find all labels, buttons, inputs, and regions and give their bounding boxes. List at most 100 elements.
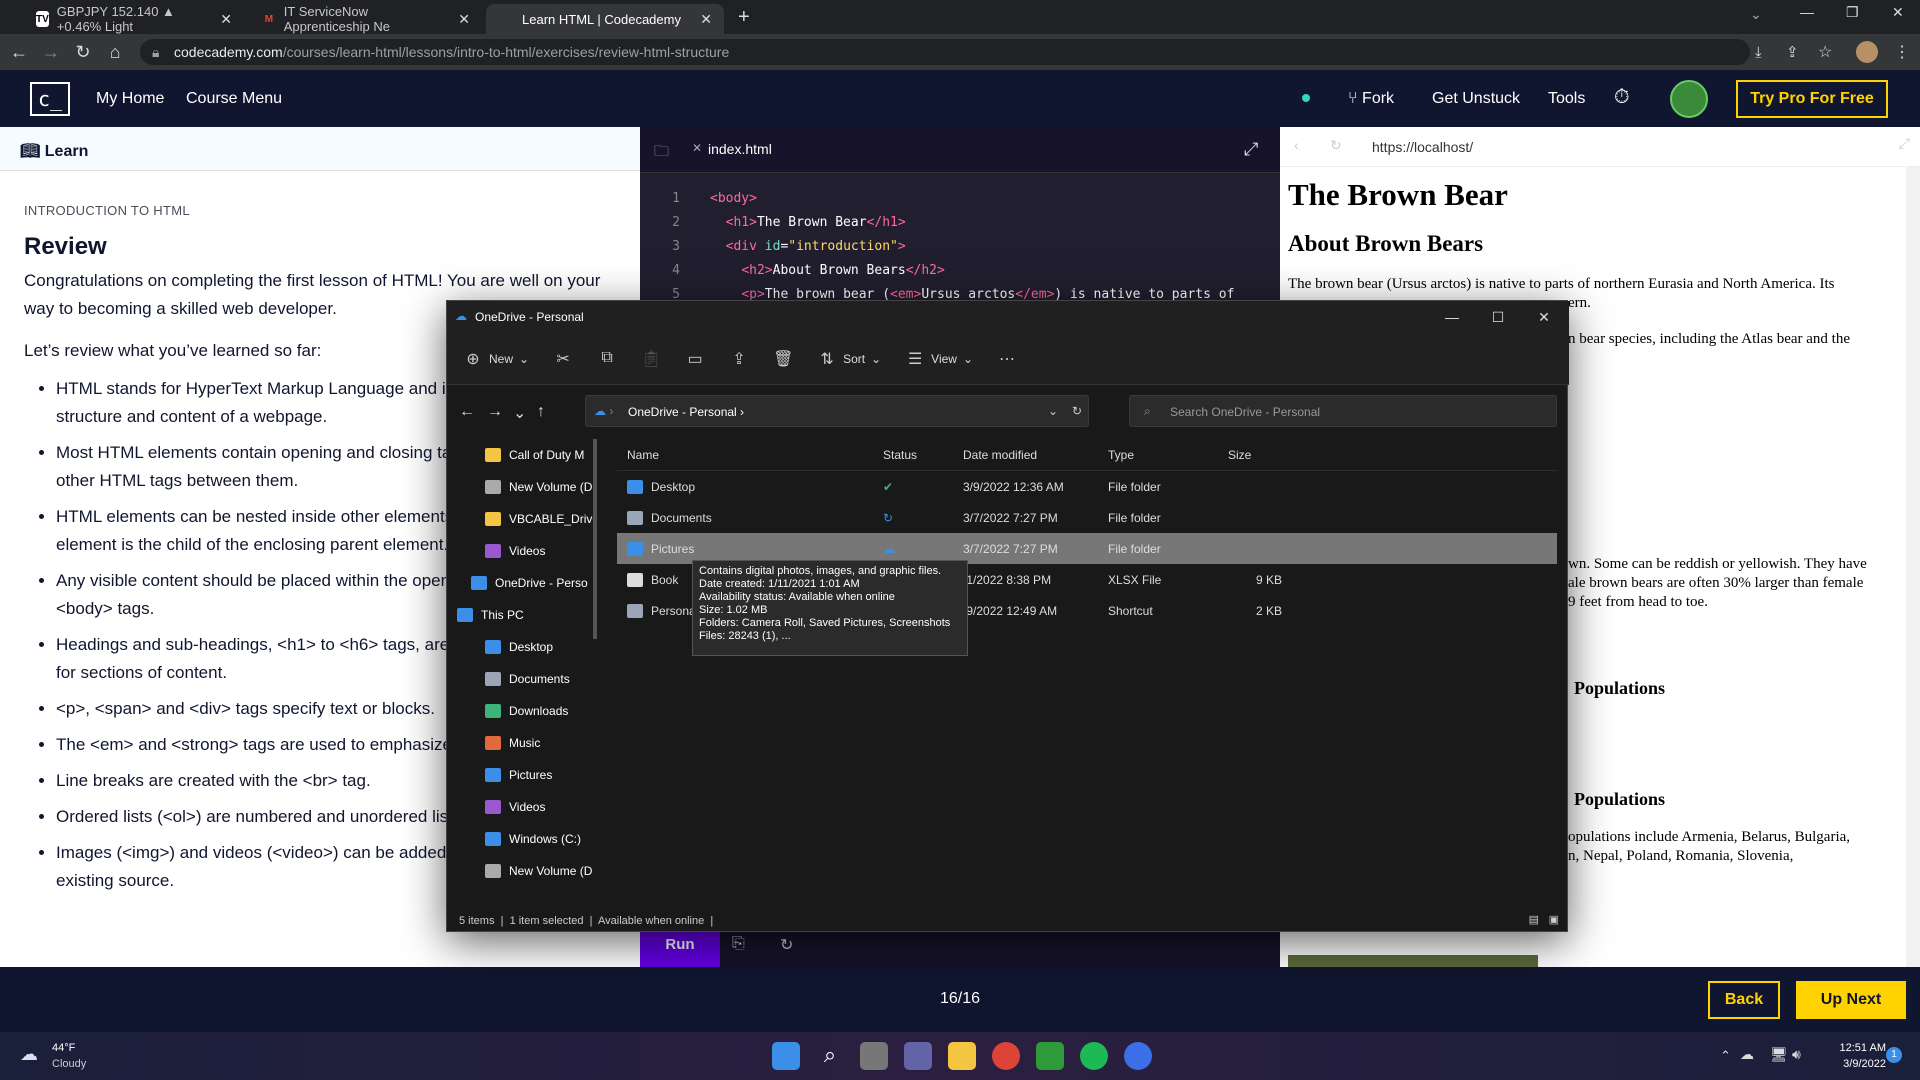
sidebar-item[interactable]: Documents [447, 663, 595, 695]
back-arrow-icon[interactable]: ← [6, 42, 32, 63]
close-icon[interactable]: ✕ [220, 11, 232, 28]
up-next-button[interactable]: Up Next [1796, 981, 1906, 1019]
close-file-icon[interactable]: ✕ [692, 141, 702, 155]
onedrive-tray-icon[interactable]: ☁ [1740, 1046, 1754, 1063]
search-icon[interactable]: ⌕ [816, 1042, 844, 1070]
restore-icon[interactable]: ❐ [1846, 4, 1859, 21]
app-icon[interactable] [1124, 1042, 1152, 1070]
nav-my-home[interactable]: My Home [96, 90, 164, 108]
codecademy-logo[interactable]: c_ [30, 82, 70, 116]
view-button[interactable]: ☰ View ⌄ [905, 349, 973, 369]
weather-temp[interactable]: 44°F [52, 1042, 75, 1054]
new-button[interactable]: ⊕ New ⌄ [463, 349, 529, 369]
breadcrumb-item[interactable]: OneDrive - Personal [628, 405, 737, 419]
fork-button[interactable]: ⑂ Fork [1348, 90, 1394, 108]
run-button[interactable]: Run [640, 927, 720, 967]
preview-reload-icon[interactable]: ↻ [1330, 137, 1342, 154]
more-button[interactable]: ⋯ [997, 349, 1017, 369]
install-icon[interactable]: ⤓ [1755, 44, 1762, 61]
breadcrumb[interactable]: ☁ › OneDrive - Personal › ⌄ ↻ [585, 395, 1089, 427]
network-icon[interactable]: 🖥︎ [1770, 1046, 1788, 1063]
code-line[interactable]: 3 <div id="introduction"> [640, 235, 1234, 259]
code-line[interactable]: 4 <h2>About Brown Bears</h2> [640, 259, 1234, 283]
browser-tab-active[interactable]: Learn HTML | Codecademy ✕ [486, 4, 724, 34]
bookmark-star-icon[interactable]: ☆ [1818, 42, 1832, 62]
sidebar-item[interactable]: Videos [447, 535, 595, 567]
sidebar-scrollbar[interactable] [593, 439, 597, 639]
copy-button[interactable]: ⧉ [597, 349, 617, 369]
url-bar[interactable]: 🔒︎ codecademy.com/courses/learn-html/les… [140, 39, 1750, 65]
forward-arrow-icon[interactable]: → [487, 403, 503, 421]
tab-search-icon[interactable]: ⌄ [1750, 6, 1762, 23]
paste-button[interactable]: 📋︎ [641, 349, 661, 369]
weather-icon[interactable]: ☁ [20, 1044, 38, 1065]
preview-back-icon[interactable]: ‹ [1294, 137, 1299, 153]
back-button[interactable]: Back [1708, 981, 1780, 1019]
column-date-modified[interactable]: Date modified [955, 448, 1100, 462]
search-input[interactable]: ⌕ Search OneDrive - Personal [1129, 395, 1557, 427]
expand-icon[interactable]: ⤢ [1244, 139, 1258, 160]
column-type[interactable]: Type [1100, 448, 1220, 462]
code-line[interactable]: 2 <h1>The Brown Bear</h1> [640, 211, 1234, 235]
maximize-icon[interactable]: ☐ [1475, 301, 1521, 333]
preview-expand-icon[interactable]: ⤢ [1899, 135, 1910, 152]
sidebar-item[interactable]: Call of Duty M [447, 439, 595, 471]
task-view-icon[interactable] [860, 1042, 888, 1070]
preview-scrollbar[interactable] [1906, 167, 1920, 967]
get-unstuck-button[interactable]: Get Unstuck [1432, 90, 1520, 108]
sidebar-item[interactable]: Desktop [447, 631, 595, 663]
table-row[interactable]: Documents ↻ 3/7/2022 7:27 PM File folder [617, 502, 1557, 533]
try-pro-button[interactable]: Try Pro For Free [1736, 80, 1888, 118]
close-window-icon[interactable]: ✕ [1892, 4, 1904, 21]
reset-icon[interactable]: ↻ [780, 935, 793, 955]
spotify-icon[interactable] [1080, 1042, 1108, 1070]
kebab-menu-icon[interactable]: ⋮ [1894, 42, 1910, 62]
details-view-icon[interactable]: ▤ [1529, 913, 1539, 926]
timer-icon[interactable]: ⏱ [1614, 86, 1630, 109]
cut-button[interactable]: ✂ [553, 349, 573, 369]
browser-tab[interactable]: M IT ServiceNow Apprenticeship Ne ✕ [250, 4, 482, 34]
minimize-icon[interactable]: — [1429, 301, 1475, 333]
sidebar-item[interactable]: New Volume (D [447, 855, 595, 887]
reload-icon[interactable]: ↻ [70, 42, 96, 63]
file-tab[interactable]: index.html [708, 141, 772, 157]
sidebar-item[interactable]: OneDrive - Perso [447, 567, 595, 599]
table-row[interactable]: Desktop ✔ 3/9/2022 12:36 AM File folder [617, 471, 1557, 502]
chrome-icon[interactable] [992, 1042, 1020, 1070]
up-arrow-icon[interactable]: ↑ [537, 403, 545, 421]
minecraft-icon[interactable] [1036, 1042, 1064, 1070]
sidebar-item[interactable]: Music [447, 727, 595, 759]
learn-tab[interactable]: 📖︎ Learn [0, 127, 640, 171]
column-name[interactable]: Name [617, 448, 875, 462]
sidebar-item[interactable]: This PC [447, 599, 595, 631]
user-avatar[interactable] [1670, 80, 1708, 118]
sidebar-item[interactable]: VBCABLE_Drive [447, 503, 595, 535]
clock-date[interactable]: 3/9/2022 [1826, 1058, 1886, 1070]
sidebar-item[interactable]: Pictures [447, 759, 595, 791]
sidebar-item[interactable]: Windows (C:) [447, 823, 595, 855]
notification-badge[interactable]: 1 [1886, 1047, 1902, 1063]
browser-tab[interactable]: TV GBPJPY 152.140 ▲ +0.46% Light ✕ [24, 4, 244, 34]
tools-button[interactable]: Tools [1548, 90, 1585, 108]
sidebar-item[interactable]: Downloads [447, 695, 595, 727]
clock-time[interactable]: 12:51 AM [1826, 1042, 1886, 1054]
chevron-down-icon[interactable]: ⌄ [1048, 404, 1058, 418]
rename-button[interactable]: ▭ [685, 349, 705, 369]
close-icon[interactable]: ✕ [700, 11, 712, 28]
close-icon[interactable]: ✕ [1521, 301, 1567, 333]
profile-avatar[interactable] [1856, 41, 1878, 63]
delete-button[interactable]: 🗑︎ [773, 349, 793, 369]
recent-chevron-icon[interactable]: ⌄ [513, 403, 526, 423]
tiles-view-icon[interactable]: ▣ [1549, 913, 1559, 926]
column-status[interactable]: Status [875, 448, 955, 462]
code-line[interactable]: 1 <body> [640, 187, 1234, 211]
sort-button[interactable]: ⇅ Sort ⌄ [817, 349, 881, 369]
forward-arrow-icon[interactable]: → [38, 42, 64, 63]
share-icon[interactable]: ⇪ [1786, 43, 1799, 61]
sidebar-item[interactable]: New Volume (D [447, 471, 595, 503]
sidebar-item[interactable]: Videos [447, 791, 595, 823]
home-icon[interactable]: ⌂ [102, 42, 128, 63]
nav-course-menu[interactable]: Course Menu [186, 90, 282, 108]
column-size[interactable]: Size [1220, 448, 1290, 462]
file-explorer-icon[interactable] [948, 1042, 976, 1070]
